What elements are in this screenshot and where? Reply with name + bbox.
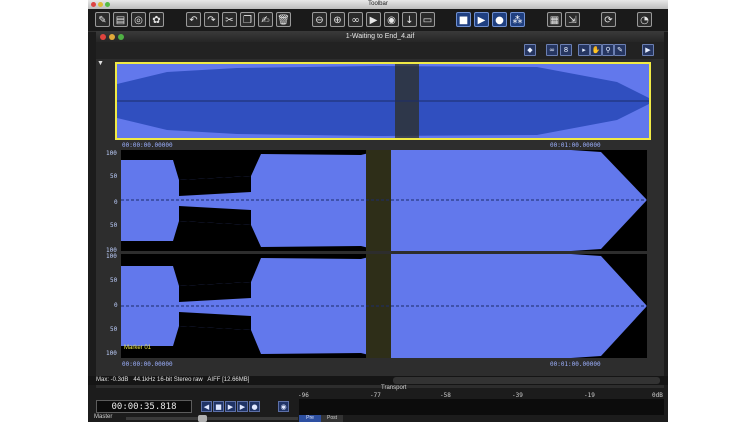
level-meter (299, 399, 664, 415)
master-slider-handle[interactable] (198, 415, 207, 422)
ruler-time-start: 00:00:00.00000 (122, 361, 173, 368)
time-counter: 00:00:35.818 (96, 400, 192, 413)
close-icon[interactable] (100, 34, 106, 40)
play-icon[interactable]: ▶ (225, 401, 236, 412)
meter-tick-1: -96 (298, 392, 309, 399)
split-view-icon[interactable]: 8 (560, 44, 572, 56)
amp-label-0-2: 0 (114, 302, 118, 309)
stop-icon[interactable]: ■ (213, 401, 224, 412)
document-title: 1-Waiting to End_4.aif (345, 33, 415, 40)
status-max: Max: -0.3dB (96, 377, 129, 383)
copy-icon[interactable]: ❐ (240, 12, 255, 27)
speaker-icon[interactable]: ◉ (384, 12, 399, 27)
collapse-triangle-icon[interactable]: ▼ (97, 60, 104, 67)
export-icon[interactable]: ⇲ (565, 12, 580, 27)
transport-title: Transport (381, 385, 407, 391)
cut-icon[interactable]: ✂ (222, 12, 237, 27)
metronome-icon[interactable]: ⁂ (510, 12, 525, 27)
amp-label-50-1: 50 (110, 173, 118, 180)
new-file-icon[interactable]: ✎ (95, 12, 110, 27)
master-slider-track[interactable] (126, 417, 298, 420)
amp-label-50b-2: 50 (110, 326, 118, 333)
status-file: AIFF [12.66MB] (207, 377, 250, 383)
master-label: Master (94, 414, 113, 420)
rewind-icon[interactable]: ◀ (201, 401, 212, 412)
channel-1-svg (121, 150, 647, 251)
play-icon[interactable]: ▶ (474, 12, 489, 27)
record-icon[interactable]: ● (249, 401, 260, 412)
app-icon[interactable]: ✿ (149, 12, 164, 27)
minimize-icon[interactable] (98, 2, 103, 7)
amp-label-50b-1: 50 (110, 222, 118, 229)
marker-label[interactable]: Marker 01 (124, 345, 151, 351)
overview-svg (117, 64, 649, 138)
open-file-icon[interactable]: ▤ (113, 12, 128, 27)
forward-icon[interactable]: ⊕ (330, 12, 345, 27)
zoom-icon[interactable] (118, 34, 124, 40)
monitor-icon[interactable]: ▭ (420, 12, 435, 27)
toolbar: ✎ ▤ ◎ ✿ ↶ ↷ ✂ ❐ ✍ 🗑 ⊖ ⊕ ∞ ▶ ◉ ↓ ▭ ■ ▶ ● … (88, 9, 668, 32)
document-titlebar: 1-Waiting to End_4.aif (96, 31, 664, 42)
paste-icon[interactable]: ✍ (258, 12, 273, 27)
post-button[interactable]: Post (321, 415, 343, 422)
sync-icon[interactable]: ⟳ (601, 12, 616, 27)
clipboard-icon[interactable]: ▦ (547, 12, 562, 27)
play-region-icon[interactable]: ▶ (366, 12, 381, 27)
loop-toggle-icon[interactable]: ◉ (278, 401, 289, 412)
loop-view-icon[interactable]: ∞ (546, 44, 558, 56)
globe-icon[interactable]: ◎ (131, 12, 146, 27)
app-window: Toolbar ✎ ▤ ◎ ✿ ↶ ↷ ✂ ❐ ✍ 🗑 ⊖ ⊕ ∞ ▶ ◉ ↓ … (88, 0, 668, 422)
overview-time-start: 00:00:00.00000 (122, 142, 173, 149)
channel-2-waveform[interactable] (121, 254, 647, 358)
meter-tick-3: -58 (440, 392, 451, 399)
rewind-icon[interactable]: ⊖ (312, 12, 327, 27)
amp-label-top-2: 100 (106, 253, 117, 260)
redo-icon[interactable]: ↷ (204, 12, 219, 27)
meter-tick-2: -77 (370, 392, 381, 399)
overview-waveform[interactable] (115, 62, 651, 140)
meter-tick-5: -19 (584, 392, 595, 399)
hand-tool-icon[interactable]: ✋ (590, 44, 602, 56)
document-toolbar: ◆ ∞ 8 ▸ ✋ ⚲ ✎ ▶ (96, 42, 664, 59)
amp-label-top-1: 100 (106, 150, 117, 157)
toolbar-title: Toolbar (368, 1, 388, 7)
forward-icon[interactable]: ▶ (237, 401, 248, 412)
channel-1-waveform[interactable] (121, 150, 647, 251)
amp-label-0-1: 0 (114, 199, 118, 206)
loop-icon[interactable]: ∞ (348, 12, 363, 27)
zoom-tool-icon[interactable]: ⚲ (602, 44, 614, 56)
horizontal-scrollbar[interactable] (393, 377, 660, 384)
ruler-time-end: 00:01:00.00000 (550, 361, 601, 368)
undo-icon[interactable]: ↶ (186, 12, 201, 27)
stop-icon[interactable]: ■ (456, 12, 471, 27)
record-icon[interactable]: ● (492, 12, 507, 27)
pre-button[interactable]: Pre (299, 415, 321, 422)
toolbar-titlebar: Toolbar (88, 0, 668, 9)
minimize-icon[interactable] (109, 34, 115, 40)
pie-icon[interactable]: ◔ (637, 12, 652, 27)
zoom-icon[interactable] (105, 2, 110, 7)
status-format: 44.1kHz 16-bit Stereo raw (133, 377, 203, 383)
meter-tick-6: 0dB (652, 392, 663, 399)
pencil-tool-icon[interactable]: ✎ (614, 44, 626, 56)
select-tool-icon[interactable]: ▸ (578, 44, 590, 56)
waveform-view-icon[interactable]: ◆ (524, 44, 536, 56)
channel-2-svg (121, 254, 647, 358)
marker-icon[interactable]: ↓ (402, 12, 417, 27)
amp-label-bottom-2: 100 (106, 350, 117, 357)
amp-label-50-2: 50 (110, 277, 118, 284)
play-view-icon[interactable]: ▶ (642, 44, 654, 56)
close-icon[interactable] (91, 2, 96, 7)
meter-tick-4: -39 (512, 392, 523, 399)
overview-time-end: 00:01:00.00000 (550, 142, 601, 149)
trash-icon[interactable]: 🗑 (276, 12, 291, 27)
